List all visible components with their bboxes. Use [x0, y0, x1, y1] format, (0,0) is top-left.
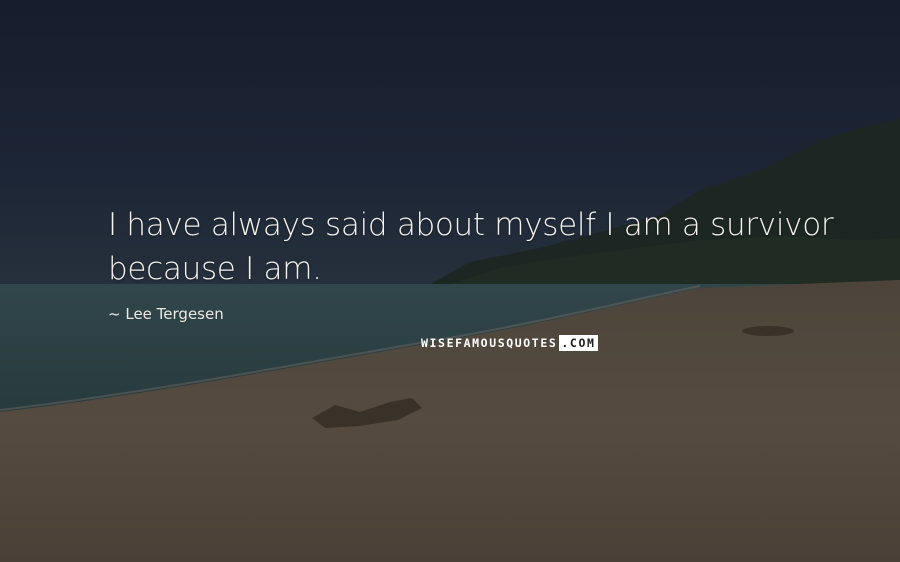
watermark-domain: .COM: [559, 335, 598, 351]
author-tilde: ~: [108, 305, 121, 323]
quote-author: ~ Lee Tergesen: [108, 304, 224, 324]
author-name: Lee Tergesen: [125, 305, 224, 323]
quote-text: I have always said about myself I am a s…: [108, 207, 834, 287]
quote-card: I have always said about myself I am a s…: [0, 0, 900, 562]
watermark-text: WISEFAMOUSQUOTES: [421, 336, 558, 350]
seaweed-small: [742, 326, 794, 336]
watermark-logo: WISEFAMOUSQUOTES .COM: [419, 335, 598, 351]
